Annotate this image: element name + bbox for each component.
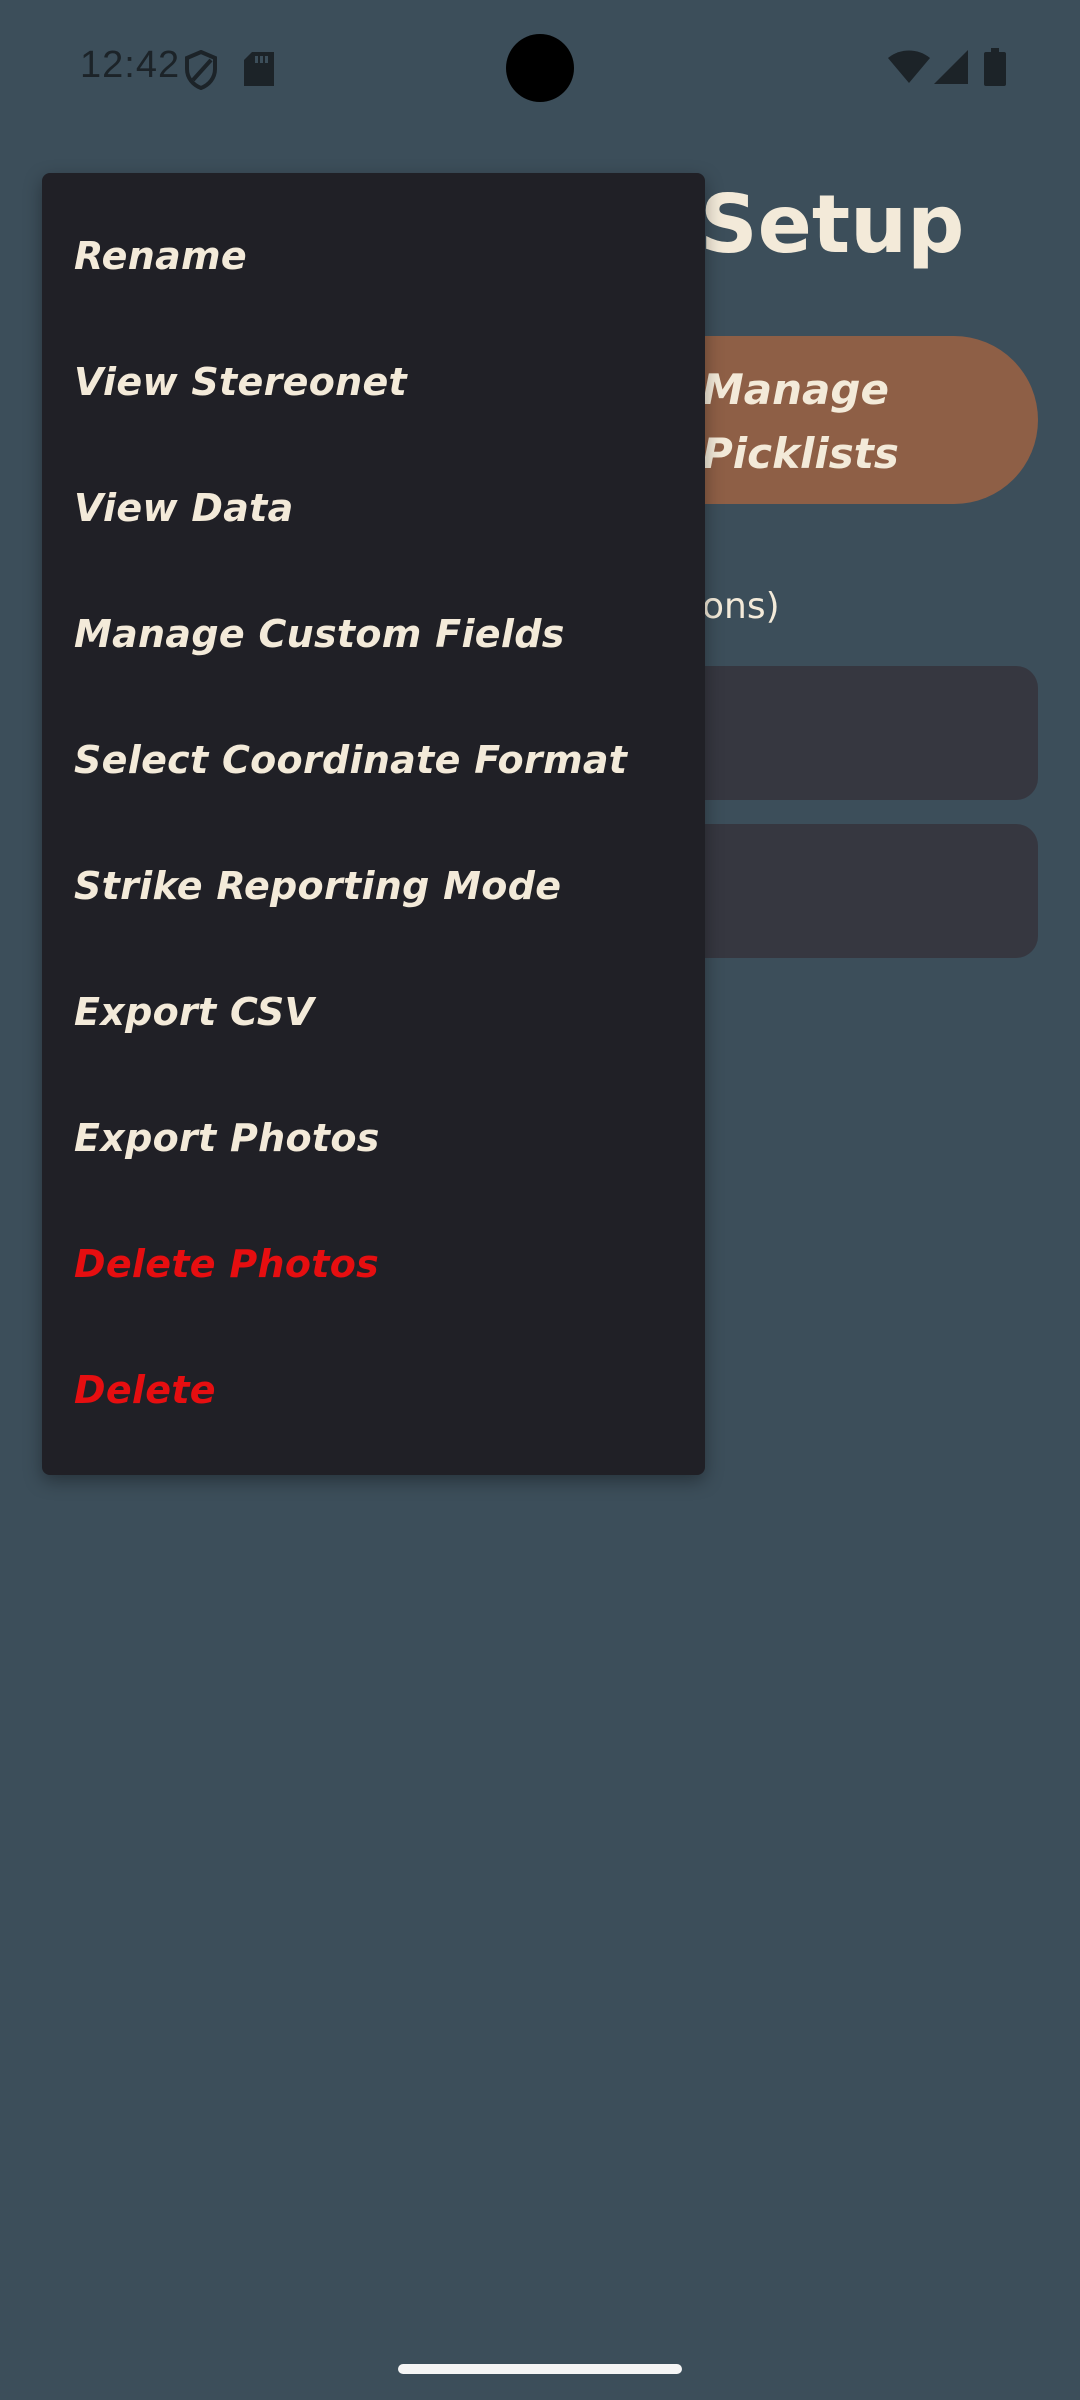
menu-item-label: Export Photos [74, 1116, 380, 1160]
battery-icon [984, 48, 1006, 90]
shield-icon [184, 49, 218, 94]
menu-item-export-csv[interactable]: Export CSV [42, 949, 705, 1075]
menu-item-delete-photos[interactable]: Delete Photos [42, 1201, 705, 1327]
sd-card-icon [244, 52, 274, 90]
menu-item-manage-custom-fields[interactable]: Manage Custom Fields [42, 571, 705, 697]
menu-item-label: View Data [74, 486, 294, 530]
menu-item-label: Delete Photos [74, 1242, 380, 1286]
menu-item-label: Select Coordinate Format [74, 738, 628, 782]
cellular-signal-icon [934, 50, 968, 88]
manage-picklists-label-text: Manage Picklists [702, 365, 899, 478]
overflow-menu: Rename View Stereonet View Data Manage C… [42, 173, 705, 1475]
menu-item-label: Export CSV [74, 990, 315, 1034]
menu-item-label: Delete [74, 1368, 216, 1412]
manage-picklists-label: Manage Picklists [702, 358, 1022, 486]
menu-item-label: View Stereonet [74, 360, 407, 404]
menu-item-view-data[interactable]: View Data [42, 445, 705, 571]
menu-item-label: Rename [74, 234, 248, 278]
menu-item-label: Strike Reporting Mode [74, 864, 562, 908]
menu-item-select-coordinate-format[interactable]: Select Coordinate Format [42, 697, 705, 823]
menu-item-rename[interactable]: Rename [42, 193, 705, 319]
menu-item-view-stereonet[interactable]: View Stereonet [42, 319, 705, 445]
status-time: 12:42 [80, 44, 181, 86]
page-title: Setup [700, 178, 965, 271]
menu-item-strike-reporting-mode[interactable]: Strike Reporting Mode [42, 823, 705, 949]
section-hint: ons) [702, 586, 780, 627]
gesture-nav-bar[interactable] [398, 2364, 682, 2374]
menu-item-export-photos[interactable]: Export Photos [42, 1075, 705, 1201]
menu-item-delete[interactable]: Delete [42, 1327, 705, 1453]
menu-item-label: Manage Custom Fields [74, 612, 565, 656]
camera-cutout [506, 34, 574, 102]
wifi-icon [888, 50, 930, 88]
